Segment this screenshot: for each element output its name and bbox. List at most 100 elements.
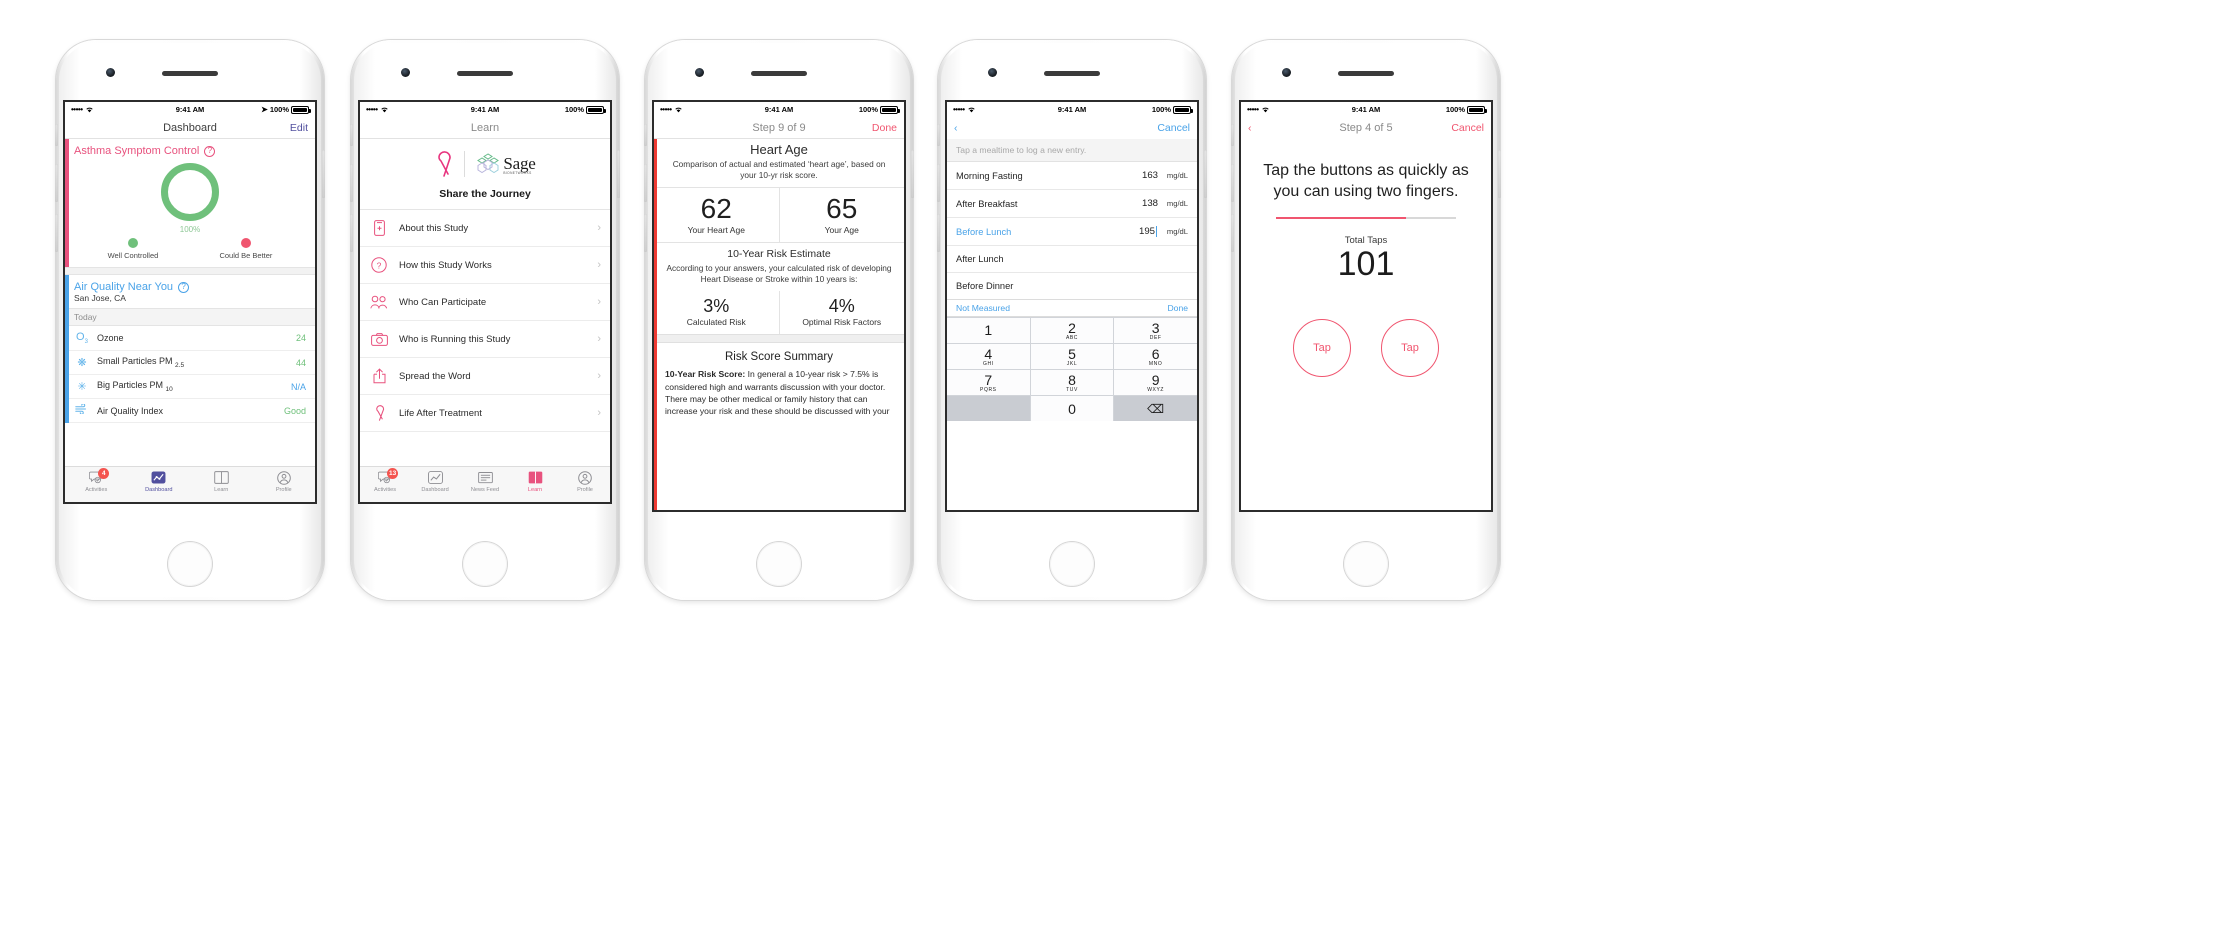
tab-label: Profile — [577, 487, 593, 493]
tab-dashboard[interactable]: Dashboard — [128, 470, 191, 493]
battery-icon — [291, 105, 312, 114]
list-item[interactable]: O3 Ozone 24 — [65, 326, 315, 352]
key-8[interactable]: 8 TUV — [1030, 370, 1114, 395]
key-0[interactable]: 0 — [1030, 396, 1114, 421]
learn-item-label: About this Study — [399, 222, 469, 234]
front-camera-icon — [988, 68, 997, 77]
tab-activities[interactable]: 4 Activities — [65, 468, 128, 493]
list-item[interactable]: Air Quality Index Good — [65, 399, 315, 424]
volume-up-button[interactable] — [937, 164, 940, 202]
volume-down-button[interactable] — [350, 214, 353, 252]
key-4[interactable]: 4 GHI — [947, 344, 1030, 369]
table-row[interactable]: After Lunch — [947, 246, 1197, 273]
learn-item-spread-word[interactable]: Spread the Word › — [360, 358, 610, 395]
front-camera-icon — [1282, 68, 1291, 77]
help-icon[interactable]: ? — [178, 281, 190, 293]
learn-item-about[interactable]: About this Study › — [360, 210, 610, 247]
learn-item-how-works[interactable]: ? How this Study Works › — [360, 247, 610, 284]
power-button[interactable] — [322, 150, 325, 198]
status-right: 100% — [1380, 105, 1488, 114]
table-row-active[interactable]: Before Lunch 195 mg/dL — [947, 218, 1197, 246]
power-button[interactable] — [617, 150, 620, 198]
screen-learn: ••••• 9:41 AM 100% Learn Sage BIONETWORK… — [360, 102, 610, 502]
navbar-learn: Learn — [360, 117, 610, 139]
mute-switch[interactable] — [937, 124, 940, 146]
badge-count: 13 — [387, 468, 399, 479]
list-item[interactable]: ❋ Small Particles PM 2.5 44 — [65, 351, 315, 376]
learn-item-life-after[interactable]: Life After Treatment › — [360, 395, 610, 432]
key-backspace[interactable]: ⌫ — [1114, 396, 1197, 421]
mute-switch[interactable] — [644, 124, 647, 146]
edit-button[interactable]: Edit — [290, 122, 308, 134]
volume-up-button[interactable] — [1231, 164, 1234, 202]
table-row[interactable]: Before Dinner — [947, 273, 1197, 299]
power-button[interactable] — [911, 150, 914, 198]
learn-item-participate[interactable]: Who Can Participate › — [360, 284, 610, 321]
status-bar: ••••• 9:41 AM 100% — [1241, 102, 1491, 117]
key-9[interactable]: 9 WXYZ — [1114, 370, 1197, 395]
mute-switch[interactable] — [55, 124, 58, 146]
key-number: 1 — [984, 322, 993, 338]
step-indicator: Step 4 of 5 — [1339, 122, 1393, 134]
heart-age-values: 62 Your Heart Age 65 Your Age — [654, 186, 905, 242]
key-5[interactable]: 5 JKL — [1030, 344, 1114, 369]
status-left: ••••• — [366, 105, 471, 114]
volume-up-button[interactable] — [350, 164, 353, 202]
svg-text:?: ? — [377, 260, 382, 270]
tab-news-feed[interactable]: News Feed — [460, 470, 510, 493]
power-button[interactable] — [1204, 150, 1207, 198]
tap-button-left[interactable]: Tap — [1293, 319, 1351, 378]
key-6[interactable]: 6 MNO — [1114, 344, 1197, 369]
learn-item-running-study[interactable]: Who is Running this Study › — [360, 321, 610, 358]
volume-up-button[interactable] — [644, 164, 647, 202]
tab-activities[interactable]: 13 Activities — [360, 468, 410, 493]
mute-switch[interactable] — [350, 124, 353, 146]
key-2[interactable]: 2 ABC — [1030, 318, 1114, 343]
volume-down-button[interactable] — [937, 214, 940, 252]
key-7[interactable]: 7 PQRS — [947, 370, 1030, 395]
tab-profile[interactable]: Profile — [560, 470, 610, 493]
help-icon[interactable]: ? — [204, 145, 216, 157]
home-button[interactable] — [757, 542, 801, 586]
key-3[interactable]: 3 DEF — [1114, 318, 1197, 343]
status-time: 9:41 AM — [175, 105, 205, 114]
legend-label: Could Be Better — [219, 251, 273, 260]
home-button[interactable] — [463, 542, 507, 586]
mute-switch[interactable] — [1231, 124, 1234, 146]
table-row[interactable]: Morning Fasting 163 mg/dL — [947, 162, 1197, 190]
legend-label: Well Controlled — [107, 251, 159, 260]
back-chevron-icon[interactable]: ‹ — [954, 123, 958, 134]
key-letters: WXYZ — [1147, 386, 1165, 393]
home-button[interactable] — [1050, 542, 1094, 586]
done-button[interactable]: Done — [872, 122, 897, 134]
table-row[interactable]: After Breakfast 138 mg/dL — [947, 190, 1197, 218]
tab-label: Activities — [373, 487, 397, 493]
cancel-button[interactable]: Cancel — [1451, 122, 1484, 134]
tap-button-right[interactable]: Tap — [1381, 319, 1439, 378]
volume-down-button[interactable] — [644, 214, 647, 252]
back-chevron-icon[interactable]: ‹ — [1248, 123, 1252, 134]
meal-label: Morning Fasting — [956, 170, 1023, 181]
battery-percent: 100% — [858, 105, 879, 114]
tab-learn[interactable]: Learn — [190, 470, 253, 493]
key-1[interactable]: 1 — [947, 318, 1030, 343]
keyboard-done-button[interactable]: Done — [1167, 303, 1188, 313]
tab-learn[interactable]: Learn — [510, 470, 560, 493]
cancel-button[interactable]: Cancel — [1157, 122, 1190, 134]
tab-profile[interactable]: Profile — [253, 470, 316, 493]
home-button[interactable] — [1344, 542, 1388, 586]
power-button[interactable] — [1498, 150, 1501, 198]
heart-age-right: 65 Your Age — [778, 187, 905, 242]
tab-bar: 13 Activities Dashboard News Feed Learn … — [360, 466, 610, 502]
wifi-icon — [1261, 107, 1269, 113]
tab-dashboard[interactable]: Dashboard — [410, 470, 460, 493]
home-button[interactable] — [168, 542, 212, 586]
volume-down-button[interactable] — [55, 214, 58, 252]
learn-item-label: Who Can Participate — [399, 296, 487, 308]
earpiece-speaker — [457, 71, 513, 76]
volume-down-button[interactable] — [1231, 214, 1234, 252]
not-measured-button[interactable]: Not Measured — [956, 303, 1010, 313]
list-item[interactable]: ✳ Big Particles PM 10 N/A — [65, 375, 315, 400]
key-letters: JKL — [1066, 360, 1078, 367]
volume-up-button[interactable] — [55, 164, 58, 202]
